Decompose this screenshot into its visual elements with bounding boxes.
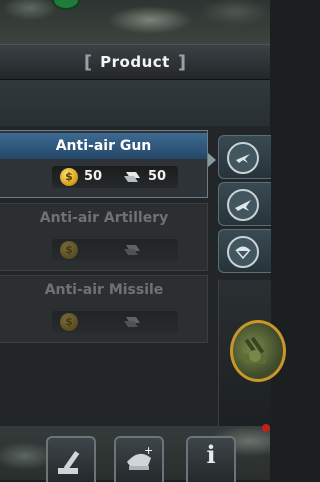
product-name: Anti-air Artillery xyxy=(39,210,169,226)
title-bracket-left: [ xyxy=(83,51,93,73)
title-bar: [ Product ] xyxy=(0,44,270,81)
svg-text:+: + xyxy=(144,444,153,457)
side-tab-plane[interactable] xyxy=(218,135,271,179)
metal-ingot-icon xyxy=(124,172,140,182)
jet-emblem-icon xyxy=(227,189,259,221)
notification-dot xyxy=(262,424,270,432)
officer-cap-add-icon: + xyxy=(127,444,153,470)
gold-cost: 50 xyxy=(84,169,103,184)
page-title: Product xyxy=(100,53,170,71)
product-name: Anti-air Missile xyxy=(44,282,164,298)
metal-cost: 50 xyxy=(148,169,167,184)
product-row-anti-air-gun[interactable]: Anti-air Gun $ 50 50 xyxy=(0,130,208,198)
product-row-anti-air-artillery[interactable]: Anti-air Artillery $ xyxy=(0,203,208,271)
gold-coin-icon: $ xyxy=(60,241,78,259)
header-band xyxy=(0,80,270,126)
metal-ingot-icon xyxy=(124,317,140,327)
top-camo-background xyxy=(0,0,270,44)
product-name: Anti-air Gun xyxy=(0,133,207,159)
title-bracket-right: ] xyxy=(177,51,187,73)
info-icon: i xyxy=(206,440,216,469)
cannon-button[interactable] xyxy=(46,436,96,482)
cost-bar: $ xyxy=(52,311,178,333)
gold-coin-icon: $ xyxy=(60,168,78,186)
recruit-officer-button[interactable]: + xyxy=(114,436,164,482)
product-row-anti-air-missile[interactable]: Anti-air Missile $ xyxy=(0,275,208,343)
paratrooper-emblem-icon xyxy=(227,236,259,268)
anti-air-cannon-icon xyxy=(58,451,80,474)
info-button[interactable]: i xyxy=(186,436,236,482)
metal-ingot-icon xyxy=(124,245,140,255)
anti-air-unit-icon[interactable] xyxy=(230,320,286,382)
cost-bar: $ xyxy=(52,239,178,261)
selection-arrow-icon xyxy=(208,153,216,167)
plane-emblem-icon xyxy=(227,142,259,174)
gold-coin-icon: $ xyxy=(60,313,78,331)
side-tab-paratrooper[interactable] xyxy=(218,229,271,273)
cost-bar: $ 50 50 xyxy=(52,166,178,188)
side-tab-jet[interactable] xyxy=(218,182,271,226)
